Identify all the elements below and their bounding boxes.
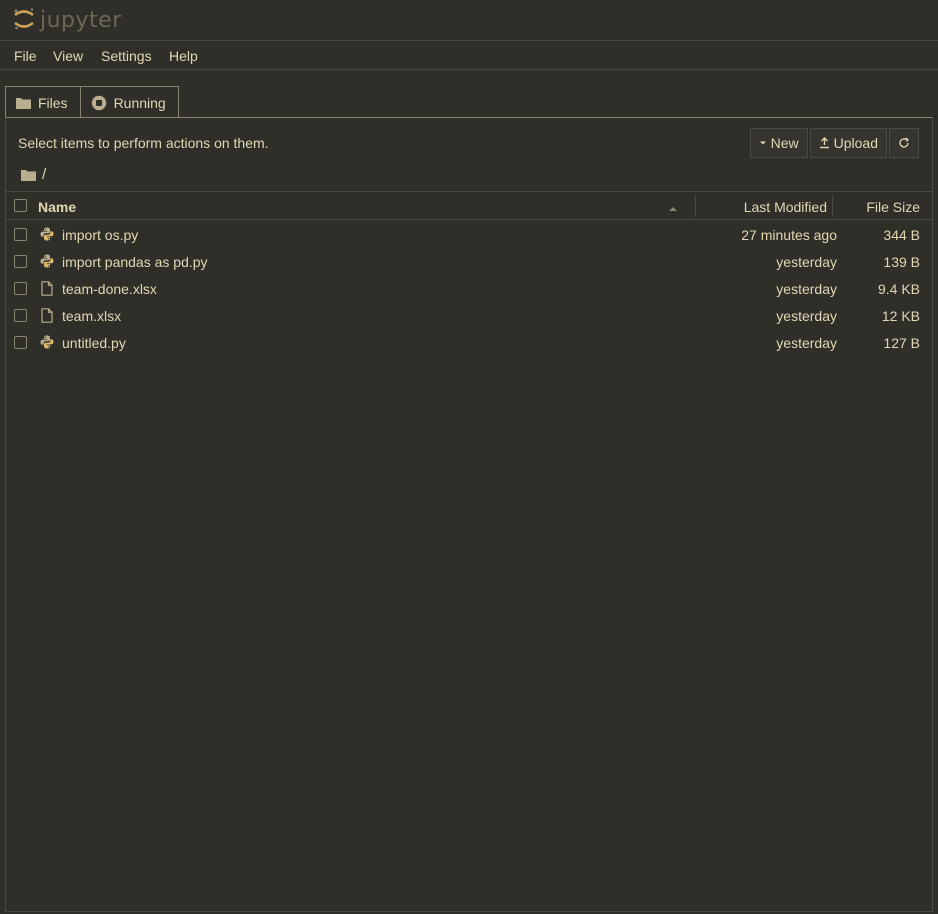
- menu-file[interactable]: File: [14, 48, 37, 64]
- upload-button[interactable]: Upload: [809, 128, 887, 158]
- file-row[interactable]: untitled.py yesterday 127 B: [6, 329, 932, 356]
- row-checkbox[interactable]: [14, 282, 27, 295]
- toolbar-buttons: New Upload: [749, 128, 919, 158]
- file-row[interactable]: team-done.xlsx yesterday 9.4 KB: [6, 275, 932, 302]
- column-divider: [832, 195, 833, 217]
- file-row[interactable]: import pandas as pd.py yesterday 139 B: [6, 248, 932, 275]
- file-modified: yesterday: [776, 335, 837, 351]
- file-icon: [40, 308, 54, 326]
- tab-bar: Files Running: [5, 86, 179, 118]
- row-checkbox[interactable]: [14, 336, 27, 349]
- file-browser-panel: Select items to perform actions on them.…: [5, 117, 933, 912]
- menu-help[interactable]: Help: [169, 48, 198, 64]
- file-name[interactable]: import pandas as pd.py: [62, 254, 208, 270]
- upload-icon: [819, 137, 830, 149]
- file-row[interactable]: import os.py 27 minutes ago 344 B: [6, 221, 932, 248]
- python-icon: [40, 227, 54, 244]
- file-modified: 27 minutes ago: [741, 227, 837, 243]
- file-icon: [40, 281, 54, 299]
- file-modified: yesterday: [776, 308, 837, 324]
- refresh-button[interactable]: [889, 128, 919, 158]
- file-size: 139 B: [883, 254, 920, 270]
- file-name[interactable]: import os.py: [62, 227, 138, 243]
- new-button-label: New: [770, 135, 799, 151]
- column-name[interactable]: Name: [38, 199, 76, 215]
- file-size: 9.4 KB: [877, 281, 920, 297]
- refresh-icon: [898, 137, 910, 149]
- file-modified: yesterday: [776, 281, 837, 297]
- file-size: 344 B: [883, 227, 920, 243]
- file-size: 12 KB: [881, 308, 920, 324]
- top-bar: jupyter: [0, 0, 938, 41]
- jupyter-logo-icon: [12, 6, 36, 35]
- tab-running[interactable]: Running: [80, 86, 179, 118]
- file-row[interactable]: team.xlsx yesterday 12 KB: [6, 302, 932, 329]
- row-checkbox[interactable]: [14, 255, 27, 268]
- breadcrumb-path[interactable]: /: [42, 166, 46, 183]
- breadcrumb: /: [21, 166, 46, 183]
- file-size: 127 B: [883, 335, 920, 351]
- file-modified: yesterday: [776, 254, 837, 270]
- selection-hint: Select items to perform actions on them.: [18, 135, 269, 151]
- breadcrumb-folder-icon[interactable]: [21, 169, 36, 181]
- tab-files[interactable]: Files: [5, 86, 81, 118]
- file-name[interactable]: team.xlsx: [62, 308, 121, 324]
- tab-files-label: Files: [38, 94, 68, 111]
- column-last-modified[interactable]: Last Modified: [744, 199, 827, 215]
- column-divider: [695, 195, 696, 217]
- menu-settings[interactable]: Settings: [101, 48, 152, 64]
- sort-ascending-icon: [668, 200, 678, 216]
- new-button[interactable]: New: [749, 128, 808, 158]
- file-name[interactable]: team-done.xlsx: [62, 281, 157, 297]
- logo-text: jupyter: [40, 7, 122, 33]
- menu-bar: File View Settings Help: [0, 42, 938, 70]
- file-name[interactable]: untitled.py: [62, 335, 126, 351]
- column-file-size[interactable]: File Size: [866, 199, 920, 215]
- row-checkbox[interactable]: [14, 309, 27, 322]
- menu-view[interactable]: View: [53, 48, 83, 64]
- tab-running-label: Running: [113, 94, 166, 111]
- select-all-checkbox[interactable]: [14, 199, 27, 212]
- stop-circle-icon: [91, 95, 107, 111]
- file-list-header: Name Last Modified File Size: [6, 191, 932, 220]
- folder-icon: [16, 97, 31, 109]
- python-icon: [40, 335, 54, 352]
- jupyter-logo[interactable]: jupyter: [12, 6, 122, 34]
- caret-down-icon: [759, 140, 767, 146]
- row-checkbox[interactable]: [14, 228, 27, 241]
- python-icon: [40, 254, 54, 271]
- upload-button-label: Upload: [833, 135, 878, 151]
